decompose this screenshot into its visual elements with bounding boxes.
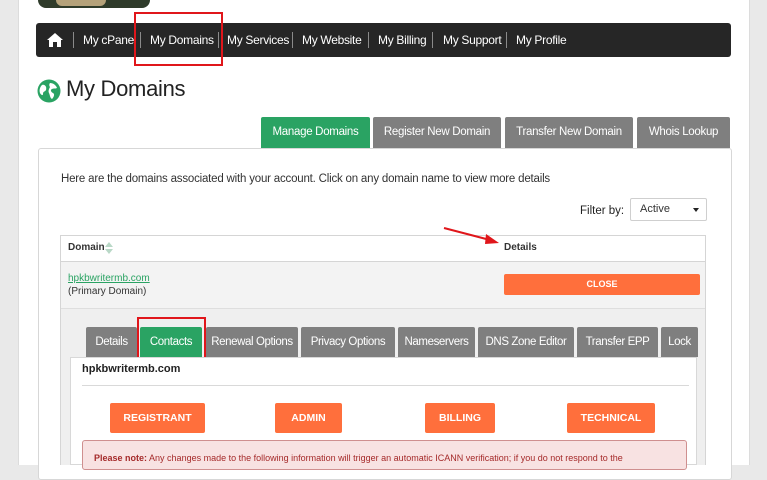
arrow-annotation-icon — [443, 227, 499, 244]
